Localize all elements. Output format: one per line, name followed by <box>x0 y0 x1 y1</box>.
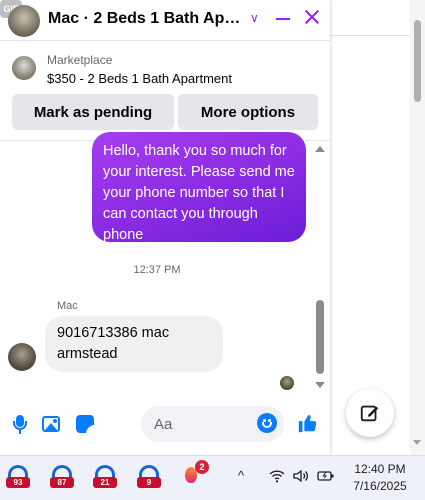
background-pane <box>330 0 410 455</box>
incoming-message[interactable]: 9016713386 mac armstead <box>45 316 223 372</box>
show-hidden-icons-chevron[interactable]: ^ <box>238 468 244 483</box>
header-divider <box>0 40 330 41</box>
volume-icon[interactable] <box>293 469 309 488</box>
page-scroll-down-arrow[interactable] <box>413 440 421 445</box>
outgoing-message[interactable]: Hello, thank you so much for your intere… <box>92 132 306 243</box>
screen: Mac · 2 Beds 1 Bath Apart... ∨ Marketpla… <box>0 0 425 500</box>
clock-date[interactable]: 7/16/2025 <box>345 479 415 493</box>
taskbar-app-2[interactable]: 87 <box>50 463 74 489</box>
wifi-icon[interactable] <box>269 469 285 488</box>
seen-indicator-avatar <box>280 376 294 390</box>
thumbs-up-icon[interactable] <box>297 412 319 434</box>
more-options-button[interactable]: More options <box>178 94 318 130</box>
sender-avatar[interactable] <box>8 343 36 371</box>
emoji-icon[interactable] <box>257 413 277 433</box>
taskbar-app-4[interactable]: 9 <box>137 463 161 489</box>
close-icon[interactable] <box>303 8 321 26</box>
taskbar-app-3[interactable]: 21 <box>93 463 117 489</box>
sender-name: Mac <box>57 300 78 312</box>
background-divider <box>330 35 410 36</box>
chat-scrollbar-thumb[interactable] <box>316 300 324 374</box>
chat-scroll-up-arrow[interactable] <box>315 146 325 152</box>
chat-scroll-down-arrow[interactable] <box>315 382 325 388</box>
sticker-icon[interactable] <box>75 414 95 434</box>
chat-window: Mac · 2 Beds 1 Bath Apart... ∨ Marketpla… <box>0 0 330 455</box>
taskbar-badge: 9 <box>137 477 161 488</box>
battery-charging-icon[interactable] <box>317 469 335 488</box>
taskbar-badge: 87 <box>50 477 74 488</box>
page-scrollbar-thumb[interactable] <box>414 20 421 102</box>
minimize-icon[interactable] <box>276 18 290 20</box>
conversation-title[interactable]: Mac · 2 Beds 1 Bath Apart... <box>48 10 248 28</box>
chevron-down-icon[interactable]: ∨ <box>250 11 259 25</box>
taskbar-badge: 21 <box>93 477 117 488</box>
clock-time[interactable]: 12:40 PM <box>345 462 415 476</box>
message-timestamp: 12:37 PM <box>133 264 181 276</box>
taskbar-app-1[interactable]: 93 <box>6 463 30 489</box>
microphone-icon[interactable] <box>10 414 30 434</box>
listing-thumbnail[interactable] <box>12 56 36 80</box>
chat-header[interactable]: Mac · 2 Beds 1 Bath Apart... ∨ <box>0 0 330 40</box>
new-message-button[interactable] <box>346 389 394 437</box>
mark-as-pending-button[interactable]: Mark as pending <box>12 94 174 130</box>
listing-title[interactable]: $350 - 2 Beds 1 Bath Apartment <box>47 71 232 86</box>
taskbar-badge: 93 <box>6 477 30 488</box>
marketplace-label: Marketplace <box>47 53 113 67</box>
message-input-placeholder[interactable]: Aa <box>154 416 172 433</box>
flame-app-badge: 2 <box>195 460 209 474</box>
compose-icon <box>360 405 379 422</box>
gallery-icon[interactable] <box>42 414 62 434</box>
contact-avatar[interactable] <box>8 5 40 37</box>
